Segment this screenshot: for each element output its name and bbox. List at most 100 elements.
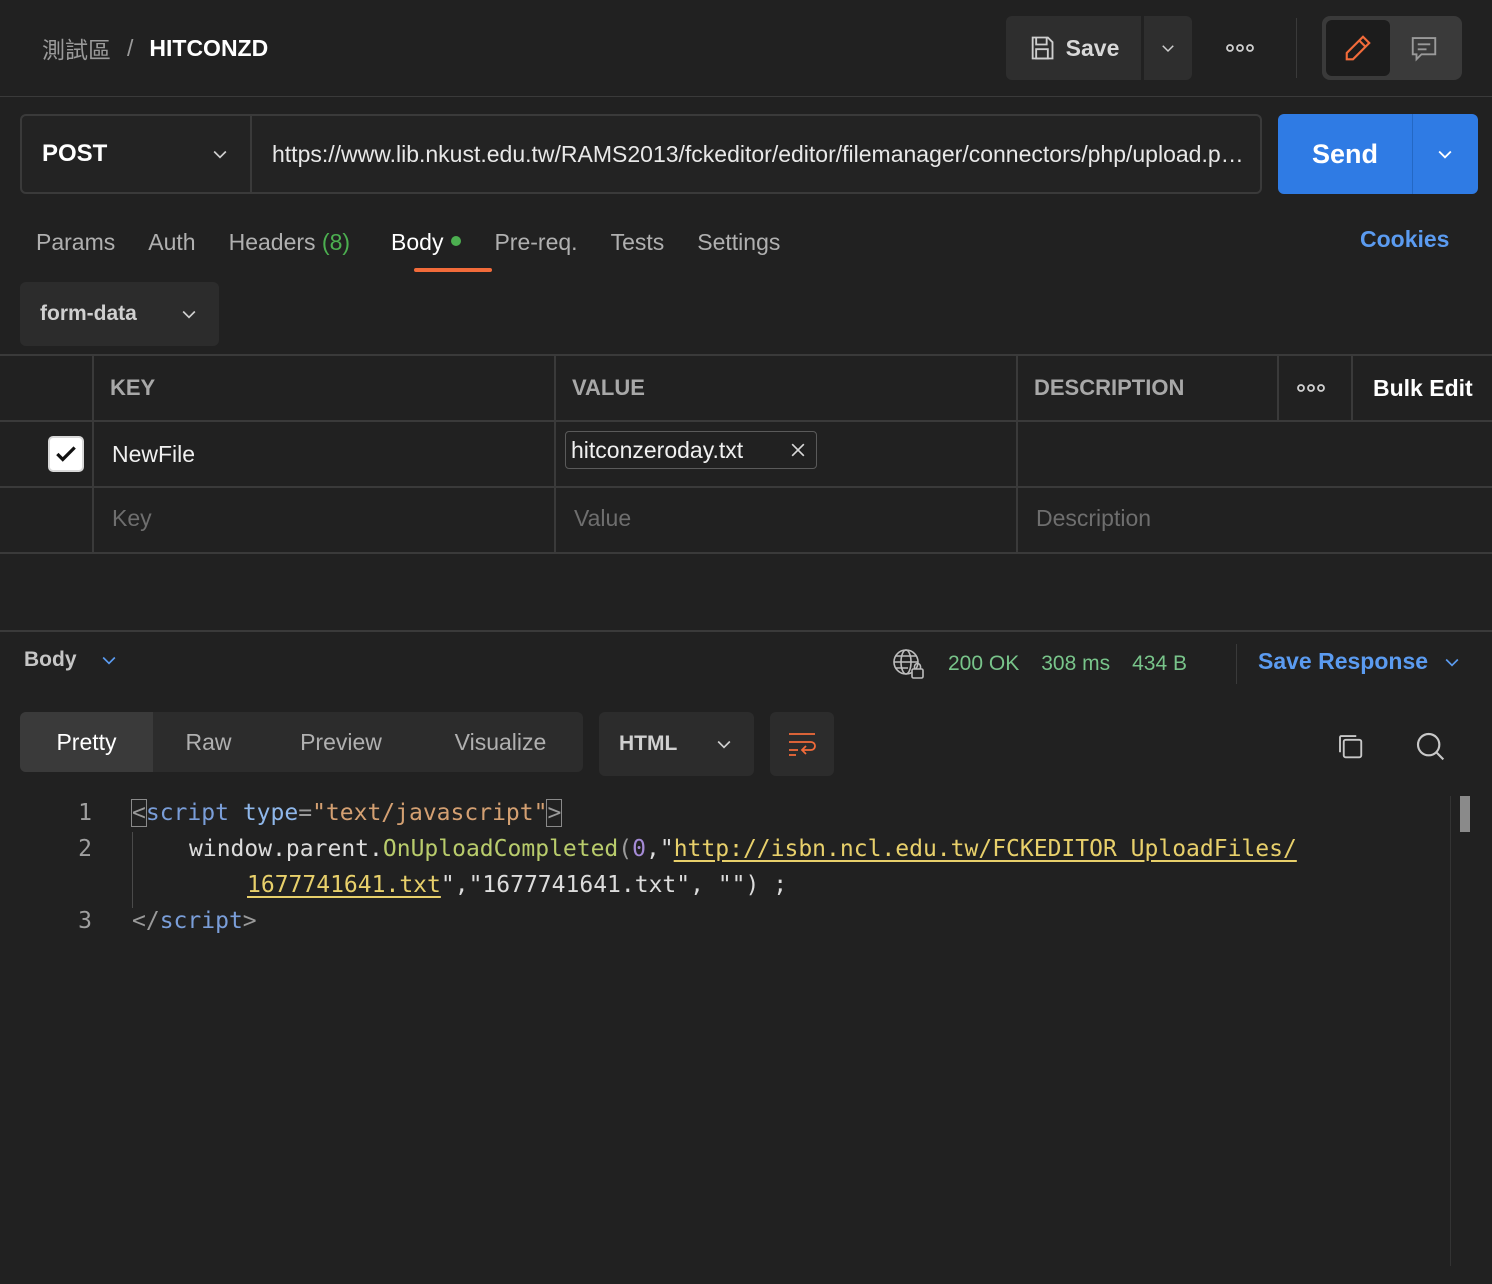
more-horizontal-icon — [1226, 44, 1254, 52]
code-token: OnUploadCompleted — [382, 836, 619, 862]
key-input[interactable]: Key — [112, 486, 152, 550]
response-section-label: Body — [24, 648, 77, 671]
checkmark-icon — [56, 446, 76, 462]
chevron-down-icon — [213, 150, 227, 159]
body-type-select[interactable]: form-data — [20, 282, 219, 346]
code-url-link[interactable]: http://isbn.ncl.edu.tw/FCKEDITOR_UploadF… — [674, 836, 1297, 862]
code-url-link[interactable]: 1677741641.txt — [247, 872, 441, 898]
tab-auth[interactable]: Auth — [148, 229, 195, 256]
code-token: > — [546, 799, 563, 827]
line-number: 2 — [78, 836, 92, 862]
chevron-down-icon — [1438, 150, 1452, 159]
tab-prereq[interactable]: Pre-req. — [494, 229, 577, 256]
globe-lock-icon[interactable] — [892, 648, 926, 680]
col-divider-key — [92, 354, 94, 554]
response-status: 200 OK 308 ms 434 B — [892, 648, 1187, 680]
col-divider-bulk — [1351, 354, 1353, 420]
chevron-down-icon — [1445, 658, 1459, 667]
send-dropdown-button[interactable] — [1413, 114, 1477, 194]
description-input[interactable]: Description — [1036, 486, 1151, 550]
breadcrumb-separator: / — [127, 34, 134, 61]
tab-params[interactable]: Params — [36, 229, 115, 256]
table-bottom-border — [0, 552, 1492, 554]
col-divider-description — [1016, 354, 1018, 554]
body-modified-indicator — [451, 236, 462, 247]
wrap-lines-button[interactable] — [770, 712, 834, 776]
tab-tests[interactable]: Tests — [611, 229, 665, 256]
value-input[interactable]: Value — [574, 486, 631, 550]
breadcrumb-parent[interactable]: 測試區 — [42, 31, 111, 65]
save-icon — [1031, 36, 1054, 60]
table-row-border — [0, 486, 1492, 488]
more-horizontal-icon — [1297, 384, 1325, 392]
indent-guide — [132, 832, 133, 908]
tab-headers[interactable]: Headers (8) — [229, 229, 350, 256]
breadcrumb: 測試區 / HITCONZD — [42, 30, 268, 66]
tab-settings[interactable]: Settings — [697, 229, 780, 256]
save-label: Save — [1065, 34, 1120, 61]
request-title[interactable]: HITCONZD — [149, 35, 268, 62]
response-view-tabs: Pretty Raw Preview Visualize — [20, 712, 583, 772]
pencil-icon — [1345, 35, 1371, 61]
method-label: POST — [42, 140, 108, 167]
response-size[interactable]: 434 B — [1132, 652, 1187, 676]
method-divider — [250, 116, 252, 192]
search-button[interactable] — [1410, 726, 1450, 766]
bulk-edit-button[interactable]: Bulk Edit — [1373, 356, 1473, 420]
code-line-2-wrap: 1677741641.txt","1677741641.txt", "") ; — [247, 872, 787, 898]
code-token: script — [159, 908, 243, 934]
chevron-down-icon — [1162, 45, 1174, 53]
code-token: 0 — [632, 836, 646, 862]
more-options-button[interactable] — [1214, 28, 1266, 68]
col-divider-value — [554, 354, 556, 554]
table-more-button[interactable] — [1296, 376, 1326, 400]
code-line-3: </script> — [132, 908, 257, 934]
code-token: ( — [618, 836, 633, 862]
col-divider-more — [1277, 354, 1279, 420]
cookies-link[interactable]: Cookies — [1360, 226, 1449, 253]
code-token: script — [145, 800, 229, 826]
header-bottom-divider — [0, 96, 1492, 97]
code-token: < — [131, 799, 147, 827]
view-tab-raw[interactable]: Raw — [153, 712, 264, 772]
edit-mode-button[interactable] — [1326, 20, 1390, 76]
save-button[interactable]: Save — [1006, 16, 1141, 80]
status-code[interactable]: 200 OK — [948, 652, 1019, 676]
response-time[interactable]: 308 ms — [1041, 652, 1110, 676]
response-section-select[interactable]: Body — [24, 648, 119, 672]
code-token: "text/javascript" — [312, 800, 548, 826]
save-response-button[interactable]: Save Response — [1258, 648, 1462, 675]
code-line-1: <script type="text/javascript"> — [131, 799, 563, 827]
scrollbar-track — [1450, 796, 1451, 1266]
column-header-description: DESCRIPTION — [1034, 375, 1185, 400]
chevron-down-icon — [102, 656, 115, 665]
send-button[interactable]: Send — [1278, 114, 1412, 194]
column-header-key: KEY — [110, 375, 156, 400]
view-tab-preview[interactable]: Preview — [264, 712, 418, 772]
close-icon[interactable] — [788, 440, 808, 460]
file-chip: hitconzeroday.txt — [565, 431, 817, 469]
code-line-2: window.parent.OnUploadCompleted(0,"http:… — [189, 836, 1297, 862]
body-type-label: form-data — [40, 302, 137, 325]
row-enabled-checkbox[interactable] — [48, 436, 84, 472]
save-response-label: Save Response — [1258, 648, 1429, 674]
line-number: 1 — [78, 800, 92, 826]
search-icon — [1416, 732, 1445, 761]
copy-icon — [1339, 735, 1363, 759]
code-token: = — [298, 800, 313, 826]
method-select[interactable]: POST — [20, 114, 252, 194]
language-label: HTML — [619, 732, 678, 755]
url-input[interactable]: https://www.lib.nkust.edu.tw/RAMS2013/fc… — [272, 114, 1244, 194]
scrollbar-thumb[interactable] — [1460, 796, 1470, 832]
code-token: > — [242, 908, 257, 934]
send-button-group: Send — [1278, 114, 1478, 194]
view-tab-visualize[interactable]: Visualize — [418, 712, 583, 772]
comments-mode-button[interactable] — [1392, 20, 1456, 76]
row-key[interactable]: NewFile — [112, 422, 195, 486]
language-select[interactable]: HTML — [599, 712, 754, 776]
table-top-border — [0, 354, 1492, 356]
copy-button[interactable] — [1330, 726, 1370, 766]
save-dropdown-button[interactable] — [1144, 16, 1192, 80]
view-tab-pretty[interactable]: Pretty — [20, 712, 153, 772]
tab-body[interactable]: Body — [391, 229, 462, 256]
